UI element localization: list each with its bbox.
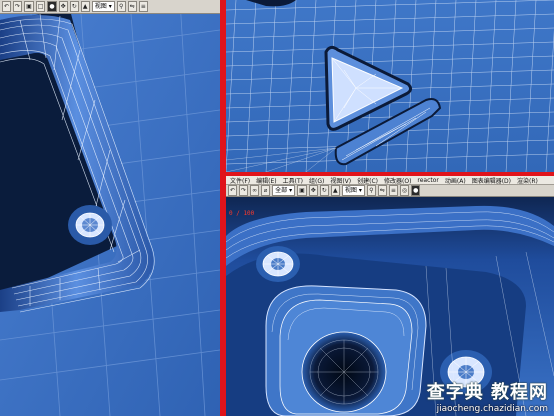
- menu-tools[interactable]: 工具(T): [283, 176, 303, 185]
- move-icon[interactable]: ✥: [58, 1, 68, 12]
- chevron-down-icon: ▾: [108, 3, 112, 10]
- render-icon[interactable]: ●: [47, 1, 57, 12]
- frame-counter: 0 / 100: [229, 210, 255, 217]
- bolt-hole-top: [256, 246, 300, 282]
- menu-edit[interactable]: 编辑(E): [256, 176, 276, 185]
- chevron-down-icon: ▾: [289, 187, 293, 194]
- move-icon[interactable]: ✥: [308, 185, 318, 196]
- scale-icon[interactable]: ▲: [330, 185, 340, 196]
- snap-icon[interactable]: ⚲: [366, 185, 376, 196]
- mirror-icon[interactable]: ⇋: [127, 1, 137, 12]
- viewport-left-render: [0, 0, 220, 416]
- select-icon[interactable]: ▣: [297, 185, 307, 196]
- hole-boss: [265, 285, 427, 416]
- material-icon[interactable]: ◎: [399, 185, 410, 196]
- bottom-right-menubar: 文件(F) 编辑(E) 工具(T) 组(G) 视图(V) 创建(C) 修改器(O…: [226, 176, 554, 185]
- viewport-top-right-render: [226, 0, 554, 172]
- menu-reactor[interactable]: reactor: [417, 177, 439, 184]
- unlink-icon[interactable]: ⌀: [261, 185, 271, 196]
- align-icon[interactable]: ≡: [138, 1, 148, 12]
- align-icon[interactable]: ≡: [388, 185, 398, 196]
- bottom-right-toolbar: ↶ ↷ ∞ ⌀ 全部 ▾ ▣ ✥ ↻ ▲ 视图 ▾ ⚲ ⇋ ≡ ◎ ●: [226, 185, 554, 197]
- redo-icon[interactable]: ↷: [13, 1, 23, 12]
- bolt-hole-left: [68, 205, 112, 245]
- mirror-icon[interactable]: ⇋: [377, 185, 387, 196]
- link-icon[interactable]: ∞: [250, 185, 260, 196]
- rotate-icon[interactable]: ↻: [69, 1, 79, 12]
- scale-icon[interactable]: ▲: [80, 1, 90, 12]
- selection-filter-select[interactable]: 全部 ▾: [272, 185, 296, 196]
- undo-icon[interactable]: ↶: [2, 1, 12, 12]
- menu-create[interactable]: 创建(C): [357, 176, 378, 185]
- view-select-value: 视图: [344, 187, 357, 194]
- menu-graph-editors[interactable]: 图表编辑器(D): [472, 176, 511, 185]
- menu-rendering[interactable]: 渲染(R): [517, 176, 538, 185]
- viewport-left[interactable]: ↶ ↷ ▣ □ ● ✥ ↻ ▲ 视图 ▾ ⚲ ⇋ ≡: [0, 0, 220, 416]
- render-icon[interactable]: ●: [411, 185, 421, 196]
- redo-icon[interactable]: ↷: [239, 185, 249, 196]
- watermark-title: 查字典 教程网: [426, 382, 548, 403]
- chevron-down-icon: ▾: [358, 187, 362, 194]
- reference-coord-value: 视图: [94, 3, 107, 10]
- watermark-url: jiaocheng.chazidian.com: [436, 404, 548, 414]
- menu-file[interactable]: 文件(F): [230, 176, 250, 185]
- selection-filter-value: 全部: [275, 187, 288, 194]
- reference-coord-select[interactable]: 视图 ▾: [91, 1, 115, 12]
- menu-animation[interactable]: 动画(A): [445, 176, 466, 185]
- view-select[interactable]: 视图 ▾: [341, 185, 365, 196]
- viewport-top-right[interactable]: [226, 0, 554, 172]
- snap-icon[interactable]: ⚲: [116, 1, 126, 12]
- menu-modifiers[interactable]: 修改器(O): [384, 176, 411, 185]
- undo-icon[interactable]: ↶: [228, 185, 238, 196]
- select-icon[interactable]: ▣: [24, 1, 34, 12]
- menu-views[interactable]: 视图(V): [330, 176, 351, 185]
- menu-group[interactable]: 组(G): [309, 176, 324, 185]
- region-icon[interactable]: □: [35, 1, 46, 12]
- rotate-icon[interactable]: ↻: [319, 185, 329, 196]
- watermark: 查字典 教程网 jiaocheng.chazidian.com: [427, 378, 548, 414]
- left-toolbar: ↶ ↷ ▣ □ ● ✥ ↻ ▲ 视图 ▾ ⚲ ⇋ ≡: [0, 0, 220, 14]
